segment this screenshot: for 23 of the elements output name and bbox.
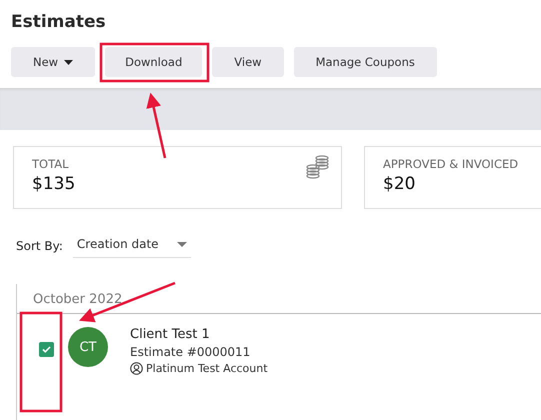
user-icon xyxy=(130,362,143,375)
toolbar-button[interactable]: Manage Coupons xyxy=(294,47,437,77)
sort-label: Sort By: xyxy=(16,238,63,252)
caret-icon xyxy=(176,242,187,246)
group-heading: October 2022 xyxy=(17,284,541,314)
avatar: CT xyxy=(68,327,108,367)
account-name: Platinum Test Account xyxy=(146,362,268,375)
estimate-number: Estimate #0000011 xyxy=(130,345,252,359)
toolbar-button[interactable]: Download xyxy=(105,47,202,77)
client-name[interactable]: Client Test 1 xyxy=(130,327,268,342)
annotation-arrow xyxy=(146,92,166,158)
card-value: $135 xyxy=(32,174,76,194)
page-title: Estimates xyxy=(11,12,107,32)
card-value: $20 xyxy=(383,174,416,194)
coins-icon xyxy=(305,155,331,179)
toolbar-button[interactable]: View xyxy=(212,47,284,77)
card-label: TOTAL xyxy=(32,157,70,171)
dropdown-button[interactable]: New xyxy=(11,47,96,77)
check-icon xyxy=(42,346,51,353)
checkbox[interactable] xyxy=(39,342,54,357)
sort-select[interactable]: Creation date xyxy=(72,233,191,258)
card-label: APPROVED & INVOICED xyxy=(383,157,520,171)
caret-icon xyxy=(64,60,74,64)
